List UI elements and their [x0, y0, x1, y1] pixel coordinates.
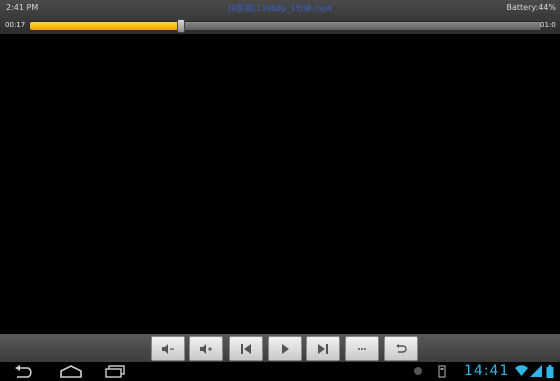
home-icon[interactable]	[59, 365, 83, 378]
volume-down-icon	[162, 344, 174, 354]
battery-icon	[546, 365, 554, 378]
video-surface[interactable]	[0, 34, 560, 334]
next-icon	[318, 344, 328, 354]
play-button[interactable]	[268, 336, 302, 361]
seek-bar[interactable]	[29, 19, 542, 33]
return-button[interactable]	[384, 336, 418, 361]
system-clock: 14:41	[464, 363, 510, 379]
battery-status: Battery:44%	[506, 3, 556, 12]
video-title: [X影视]13068p_1分钟.mp4	[228, 4, 332, 13]
volume-up-icon	[200, 344, 212, 354]
next-button[interactable]	[306, 336, 340, 361]
play-icon	[282, 344, 289, 354]
volume-down-button[interactable]	[151, 336, 185, 361]
previous-button[interactable]	[229, 336, 263, 361]
return-icon	[396, 344, 407, 353]
player-controls	[0, 334, 560, 362]
volume-up-button[interactable]	[189, 336, 223, 361]
seek-bar-fill	[30, 22, 181, 30]
sd-card-icon	[438, 365, 446, 378]
elapsed-time: 00:17	[5, 21, 26, 29]
more-icon	[358, 348, 366, 350]
seek-bar-thumb[interactable]	[176, 19, 185, 33]
back-icon[interactable]	[13, 365, 35, 378]
previous-icon	[241, 344, 251, 354]
system-navigation-bar: 14:41	[0, 362, 560, 381]
recent-apps-icon[interactable]	[104, 365, 126, 378]
wifi-icon	[515, 365, 528, 376]
notification-icon	[414, 367, 422, 375]
player-header: 2:41 PM [X影视]13068p_1分钟.mp4 Battery:44% …	[0, 0, 560, 34]
more-button[interactable]	[345, 336, 379, 361]
signal-icon	[530, 365, 542, 377]
total-time: 01:0	[540, 21, 556, 29]
